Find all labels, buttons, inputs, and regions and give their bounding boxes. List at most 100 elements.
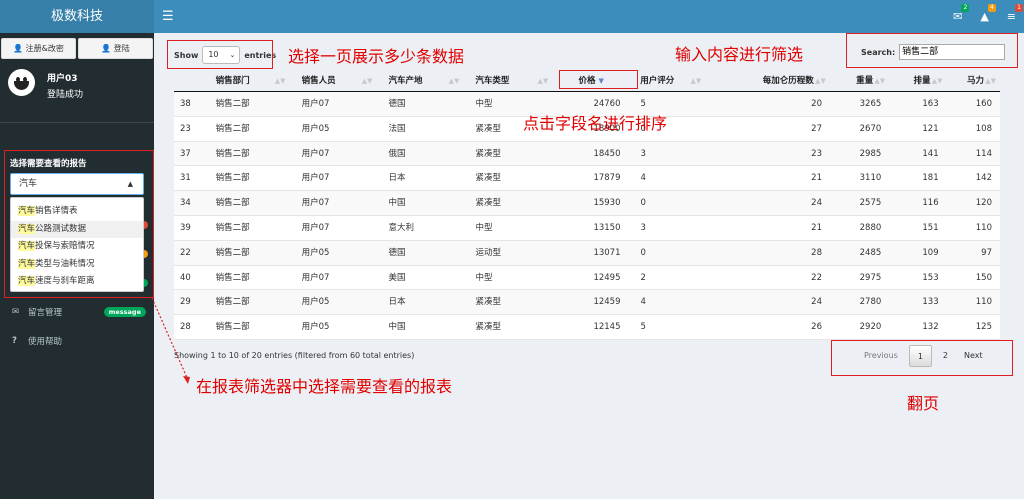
table-cell: 108	[975, 123, 992, 134]
table-cell: 销售二部	[215, 198, 250, 209]
table-cell: 美国	[388, 272, 406, 283]
table-cell: 40	[180, 272, 191, 283]
table-cell: 用户05	[301, 247, 330, 258]
warning-icon[interactable]: ▲ 4	[980, 4, 996, 23]
table-cell: 21	[811, 173, 822, 184]
table-cell: 销售二部	[215, 222, 250, 233]
table-cell: 紧凑型	[475, 297, 501, 308]
user-panel: 用户03 登陆成功	[0, 59, 154, 123]
table-row[interactable]: 22 销售二部 用户05 德国 运动型 13071 0 28 2485 109 97	[174, 240, 1000, 266]
table-row[interactable]: 39 销售二部 用户07 意大利 中型 13150 3 21 2880 151 110	[174, 215, 1000, 241]
table-cell: 用户07	[301, 173, 330, 184]
column-header-horsepower[interactable]: 马力 ▲▼	[947, 70, 1000, 91]
table-row[interactable]: 29 销售二部 用户05 日本 紧凑型 12459 4 24 2780 133 110	[174, 290, 1000, 316]
report-annotation: 在报表筛选器中选择需要查看的报表	[196, 377, 453, 396]
page-length-annotation: 选择一页展示多少条数据	[288, 47, 465, 66]
table-cell: 23	[180, 123, 191, 134]
table-cell: 俄国	[388, 148, 406, 159]
table-cell: 13150	[593, 222, 621, 233]
table-cell: 紧凑型	[475, 173, 501, 184]
sidebar-item-help[interactable]: ? 使用帮助	[12, 332, 146, 350]
table-cell: 17879	[593, 173, 621, 184]
avatar	[8, 69, 35, 96]
column-header-rating[interactable]: 用户评分 ▲▼	[628, 70, 707, 91]
table-cell: 24	[811, 297, 822, 308]
column-label: 排量	[913, 76, 931, 86]
sidebar-item-label: 留言管理	[28, 308, 63, 318]
envelope-icon: ✉	[12, 307, 20, 317]
table-cell: 114	[975, 148, 992, 159]
table-cell: 用户07	[301, 148, 330, 159]
column-header-car-type[interactable]: 汽车类型 ▲▼	[465, 70, 554, 91]
search-annotation: 输入内容进行筛选	[675, 45, 804, 64]
table-cell: 27	[811, 123, 822, 134]
table-cell: 中型	[475, 222, 493, 233]
column-header-displacement[interactable]: 排量 ▲▼	[889, 70, 946, 91]
column-header-origin[interactable]: 汽车产地 ▲▼	[378, 70, 465, 91]
report-annotation-box	[4, 150, 154, 298]
table-cell: 109	[922, 247, 939, 258]
table-cell: 110	[975, 222, 992, 233]
sidebar-item-label: 使用帮助	[28, 337, 63, 347]
table-cell: 13071	[593, 247, 621, 258]
table-cell: 29	[180, 297, 191, 308]
login-button[interactable]: 👤 登陆	[78, 38, 153, 59]
table-cell: 用户05	[301, 123, 330, 134]
table-row[interactable]: 40 销售二部 用户07 美国 中型 12495 2 22 2975 153 150	[174, 265, 1000, 291]
table-cell: 德国	[388, 99, 406, 109]
table-cell: 18450	[593, 148, 621, 159]
column-header-salesperson[interactable]: 销售人员 ▲▼	[292, 70, 379, 91]
table-cell: 5	[640, 322, 646, 333]
table-cell: 133	[922, 297, 939, 308]
column-label: 用户评分	[640, 76, 675, 86]
tasks-icon[interactable]: ≡ 1	[1007, 4, 1023, 23]
table-cell: 用户07	[301, 272, 330, 283]
column-label: 汽车类型	[475, 76, 510, 86]
column-header-weight[interactable]: 重量 ▲▼	[830, 70, 889, 91]
table-cell: 销售二部	[215, 247, 250, 258]
hamburger-menu-icon[interactable]: ☰	[162, 9, 174, 24]
table-cell: 德国	[388, 247, 406, 258]
sort-icon: ▲▼	[448, 77, 460, 85]
table-cell: 中国	[388, 322, 406, 333]
table-cell: 12145	[593, 322, 621, 333]
messages-badge: 2	[961, 4, 970, 12]
app-logo[interactable]: 极数科技	[0, 0, 154, 33]
auth-bar: 👤 注册&改密 👤 登陆	[0, 33, 154, 59]
column-label: 马力	[966, 76, 984, 86]
table-cell: 销售二部	[215, 322, 250, 333]
table-cell: 2485	[859, 247, 882, 258]
column-header-department[interactable]: 销售部门 ▲▼	[206, 70, 292, 91]
table-cell: 12495	[593, 272, 621, 283]
table-row[interactable]: 34 销售二部 用户07 中国 紧凑型 15930 0 24 2575 116 120	[174, 191, 1000, 216]
table-cell: 用户07	[301, 99, 330, 109]
column-header-mpg[interactable]: 每加仑历程数 ▲▼	[707, 70, 829, 91]
table-row[interactable]: 31 销售二部 用户07 日本 紧凑型 17879 4 21 3110 181 142	[174, 166, 1000, 192]
table-cell: 2985	[859, 148, 882, 159]
table-cell: 151	[922, 222, 939, 233]
column-label: 重量	[856, 76, 874, 86]
table-cell: 20	[811, 99, 822, 109]
table-row[interactable]: 37 销售二部 用户07 俄国 紧凑型 18450 3 23 2985 141 114	[174, 141, 1000, 167]
table-cell: 12459	[593, 297, 621, 308]
table-cell: 24	[811, 198, 822, 209]
table-cell: 销售二部	[215, 99, 250, 109]
paging-annotation: 翻页	[907, 394, 940, 413]
column-header-index[interactable]	[174, 70, 206, 91]
table-cell: 0	[640, 198, 646, 209]
sort-icon: ▲▼	[690, 77, 702, 85]
sort-annotation-box	[559, 70, 638, 89]
envelope-icon[interactable]: ✉ 2	[953, 4, 970, 23]
table-cell: 22	[811, 272, 822, 283]
table-cell: 销售二部	[215, 173, 250, 184]
table-cell: 用户05	[301, 297, 330, 308]
table-cell: 34	[180, 198, 191, 209]
app: 极数科技 ☰ ✉ 2 ▲ 4 ≡ 1 👤 注册&改密 👤 登陆 用户03 登陆成…	[0, 0, 1024, 499]
register-button[interactable]: 👤 注册&改密	[1, 38, 76, 59]
table-row[interactable]: 28 销售二部 用户05 中国 紧凑型 12145 5 26 2920 132 125	[174, 315, 1000, 340]
sidebar-item-messages[interactable]: ✉ 留言管理 message	[12, 303, 146, 321]
main-content: Show 10 ⌄ entries Search: 销售二部 销售部门 ▲▼ 销售…	[154, 33, 1024, 499]
table-cell: 142	[975, 173, 992, 184]
table-cell: 销售二部	[215, 123, 250, 134]
table-cell: 132	[922, 322, 939, 333]
